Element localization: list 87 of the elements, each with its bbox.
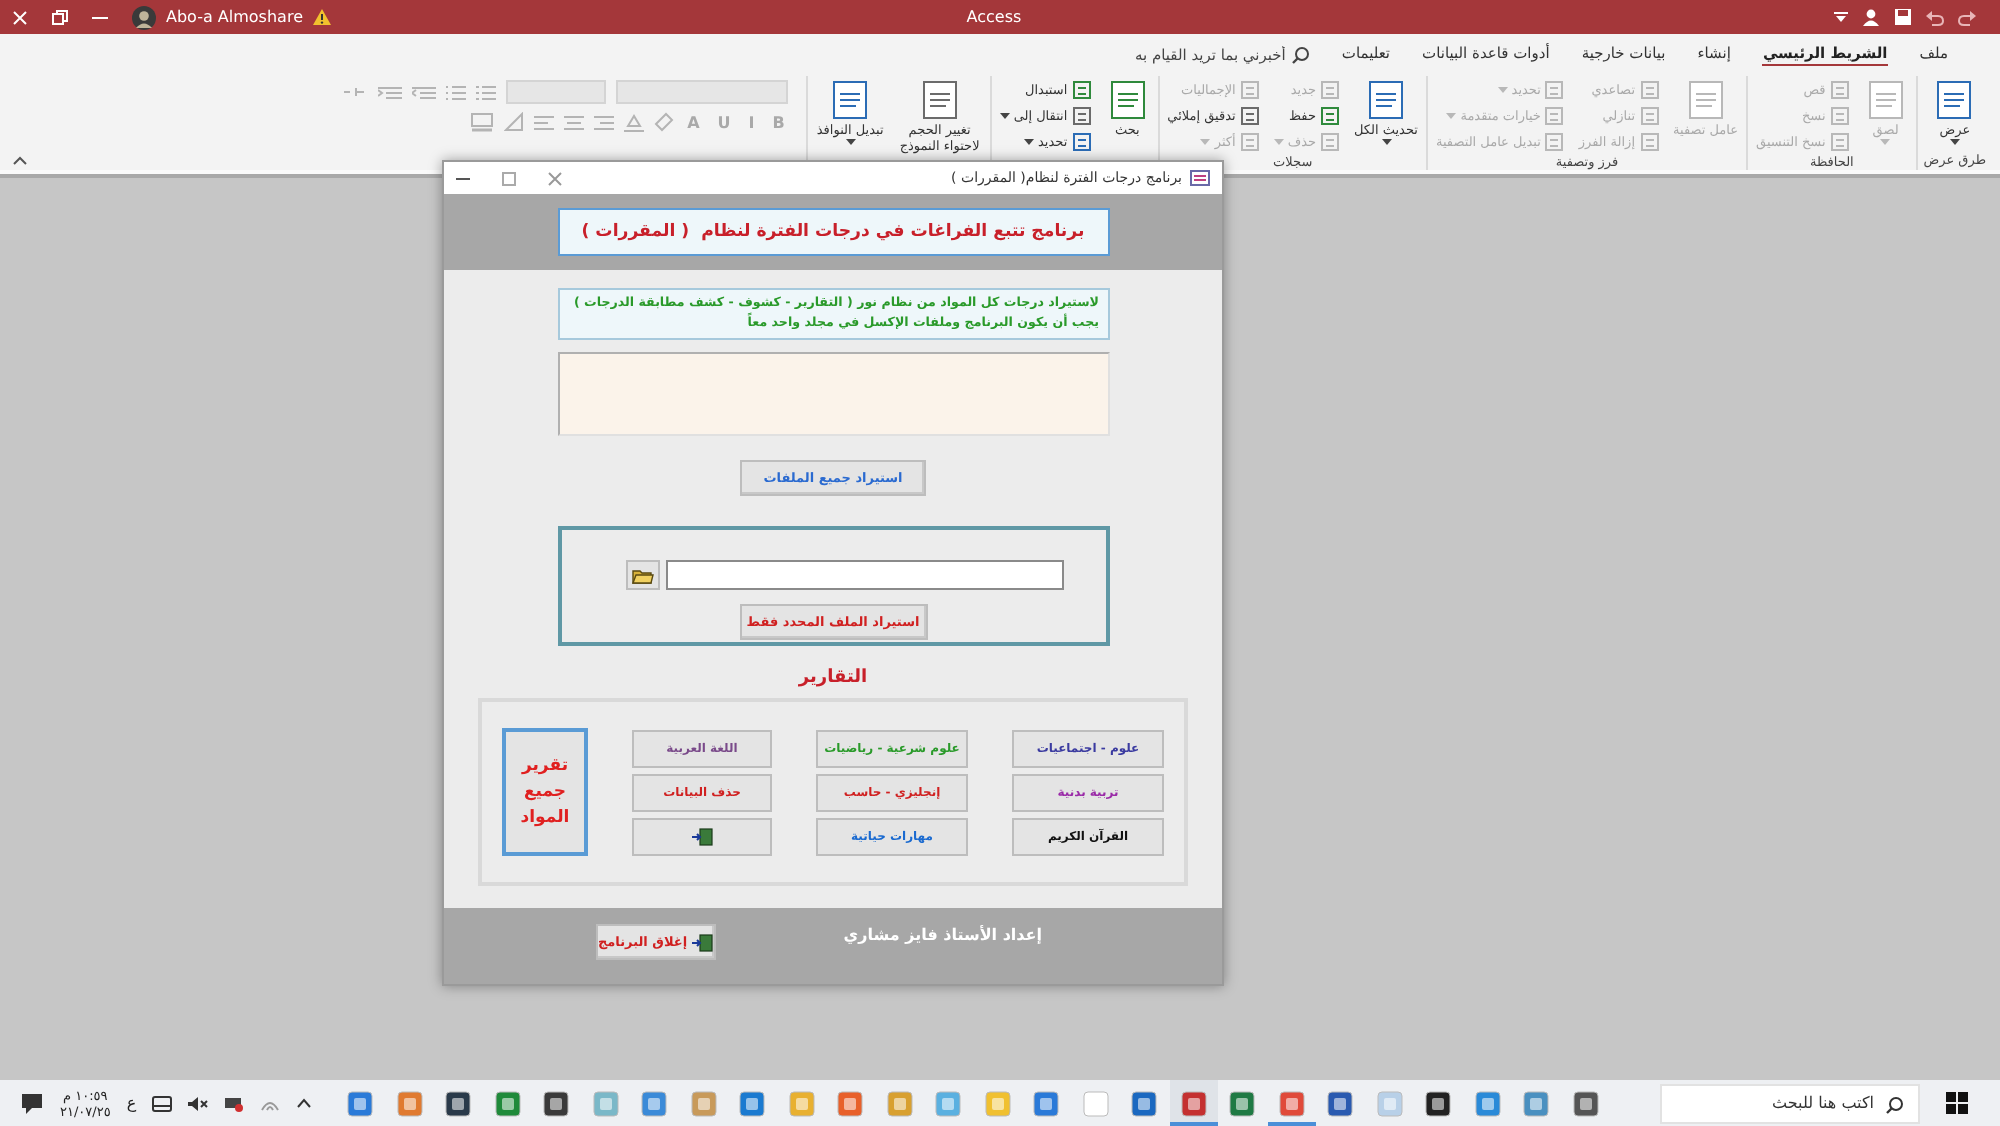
exit-icon: [691, 827, 713, 845]
search-icon[interactable]: [1291, 45, 1310, 63]
folder-icon: [632, 567, 654, 583]
windows-icon[interactable]: [1945, 1092, 1967, 1114]
mute-icon[interactable]: [188, 1095, 209, 1111]
app-icon: [346, 1089, 375, 1117]
avatar-icon[interactable]: [132, 5, 156, 29]
app-icon: [1375, 1089, 1404, 1117]
app-icon: [1326, 1089, 1355, 1117]
customize-icon[interactable]: [1834, 11, 1848, 23]
network-icon[interactable]: [224, 1094, 245, 1112]
document-icon: [1071, 131, 1092, 151]
form-heading: برنامج تتبع الفراغات في درجات الفترة لنظام ( المقررات ): [557, 208, 1109, 256]
document-icon: [1320, 79, 1340, 99]
app-icon: [885, 1089, 914, 1117]
app-icon: [1277, 1089, 1306, 1117]
app-icon: [1081, 1089, 1110, 1117]
document-icon: [1932, 78, 1977, 122]
document-icon: [1239, 131, 1260, 151]
warning-icon[interactable]: [312, 8, 333, 26]
app-icon: [1522, 1089, 1551, 1117]
undo-icon[interactable]: [1926, 9, 1944, 25]
window-title: Access: [964, 8, 1024, 26]
user-name[interactable]: Abo-a Almoshare: [166, 8, 303, 26]
app-icon: [1424, 1089, 1453, 1117]
exit-button[interactable]: [632, 817, 772, 855]
document-icon: [1829, 79, 1850, 99]
app-icon: [444, 1089, 473, 1117]
app-icon: [1179, 1089, 1208, 1117]
language-indicator[interactable]: ع: [126, 1094, 137, 1112]
app-icon: [738, 1089, 767, 1117]
app-icon: [591, 1089, 620, 1117]
document-icon: [1863, 78, 1908, 122]
tablet-icon[interactable]: [152, 1095, 173, 1111]
document-icon: [1544, 105, 1565, 125]
document-icon: [828, 78, 873, 122]
browse-button[interactable]: [626, 560, 660, 590]
app-icon: [787, 1089, 816, 1117]
app-icon: [836, 1089, 865, 1117]
app-icon: [1032, 1089, 1061, 1117]
redo-icon[interactable]: [1958, 9, 1976, 25]
document-icon: [1683, 78, 1728, 122]
log-text-area[interactable]: [557, 352, 1109, 436]
document-icon: [1239, 105, 1260, 125]
collapse-icon[interactable]: [12, 154, 28, 166]
exit-icon: [691, 933, 714, 951]
person-icon[interactable]: [1862, 8, 1880, 26]
document-icon: [1544, 79, 1565, 99]
document-icon: [1105, 78, 1150, 122]
document-icon: [1364, 78, 1408, 122]
document-icon: [917, 78, 962, 122]
document-icon: [1829, 131, 1850, 151]
document-icon: [1071, 79, 1092, 99]
form-icon: [1190, 170, 1210, 186]
search-icon: [1886, 1095, 1904, 1113]
app-icon: [640, 1089, 669, 1117]
app-icon: [1571, 1089, 1600, 1117]
search-field[interactable]: اكتب هنا للبحث: [1660, 1083, 1920, 1123]
restore-icon[interactable]: [52, 9, 68, 25]
app-icon: [1228, 1089, 1257, 1117]
document-icon: [1320, 105, 1340, 125]
save-icon[interactable]: [1894, 8, 1912, 26]
app-icon: [689, 1089, 718, 1117]
document-icon: [1544, 131, 1565, 151]
close-icon[interactable]: [548, 171, 562, 185]
notification-icon[interactable]: [20, 1091, 44, 1115]
document-icon: [1639, 79, 1660, 99]
document-icon: [1071, 105, 1092, 125]
app-icon: [1130, 1089, 1159, 1117]
app-icon: [934, 1089, 963, 1117]
file-path-field[interactable]: [666, 560, 1064, 590]
minimize-icon[interactable]: [456, 177, 470, 179]
document-icon: [1320, 131, 1340, 151]
chevron-up-icon[interactable]: [296, 1098, 313, 1108]
app-icon: [1473, 1089, 1502, 1117]
section-heading: التقارير: [798, 668, 868, 688]
app-icon: [542, 1089, 571, 1117]
document-icon: [1239, 79, 1260, 99]
document-icon: [1639, 105, 1660, 125]
app-icon: [983, 1089, 1012, 1117]
app-icon: [395, 1089, 424, 1117]
document-icon: [1639, 131, 1660, 151]
app-icon: [493, 1089, 522, 1117]
document-icon: [1829, 105, 1850, 125]
maximize-icon[interactable]: [502, 171, 516, 185]
all-reports-button[interactable]: تقرير جميع المواد: [502, 728, 588, 856]
credit-text: إعداد الأستاذ فايز مشاري: [843, 926, 1042, 944]
